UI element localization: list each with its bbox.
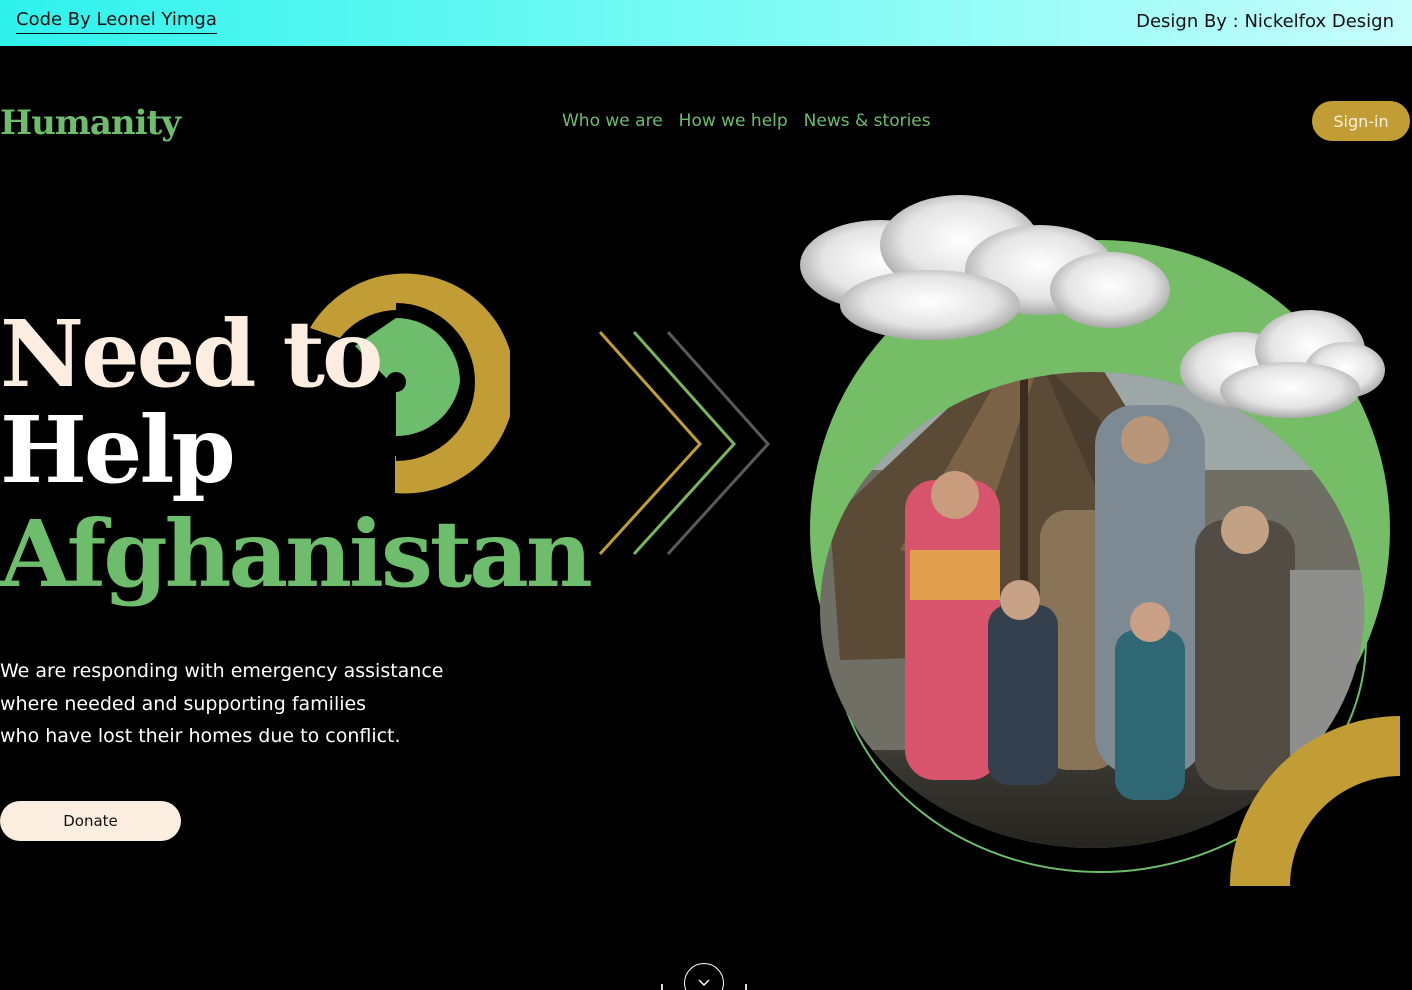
main-nav: Who we are How we help News & stories xyxy=(562,109,947,133)
page: Code By Leonel Yimga Design By : Nickelf… xyxy=(0,0,1412,990)
intro-line: where needed and supporting families xyxy=(0,692,367,715)
signin-button[interactable]: Sign-in xyxy=(1312,101,1410,141)
headline-line-1: Need to xyxy=(0,300,383,408)
scroll-tick-left xyxy=(661,984,663,990)
hero-intro: We are responding with emergency assista… xyxy=(0,655,470,753)
hero-illustration xyxy=(800,195,1400,886)
intro-line: who have lost their homes due to conflic… xyxy=(0,725,401,747)
scroll-down-button[interactable] xyxy=(684,963,724,990)
credits-bar: Code By Leonel Yimga Design By : Nickelf… xyxy=(0,0,1412,46)
scroll-tick-right xyxy=(745,984,747,990)
code-by-link[interactable]: Code By Leonel Yimga xyxy=(16,9,217,34)
chevron-down-icon xyxy=(698,979,710,987)
nav-news-stories[interactable]: News & stories xyxy=(804,109,931,133)
donate-button[interactable]: Donate xyxy=(0,801,181,841)
intro-line: We are responding with emergency assista… xyxy=(0,660,444,682)
hero-headline: Need to Help Afghanistan xyxy=(0,300,593,608)
design-by-text: Design By : Nickelfox Design xyxy=(1136,11,1394,32)
nav-who-we-are[interactable]: Who we are xyxy=(562,109,663,133)
chevrons-decoration xyxy=(598,331,771,556)
cloud-left xyxy=(800,195,1170,340)
headline-line-2: Help xyxy=(0,396,236,504)
nav-how-we-help[interactable]: How we help xyxy=(679,109,788,133)
site-logo[interactable]: Humanity xyxy=(0,102,181,144)
headline-line-3: Afghanistan xyxy=(0,500,593,608)
